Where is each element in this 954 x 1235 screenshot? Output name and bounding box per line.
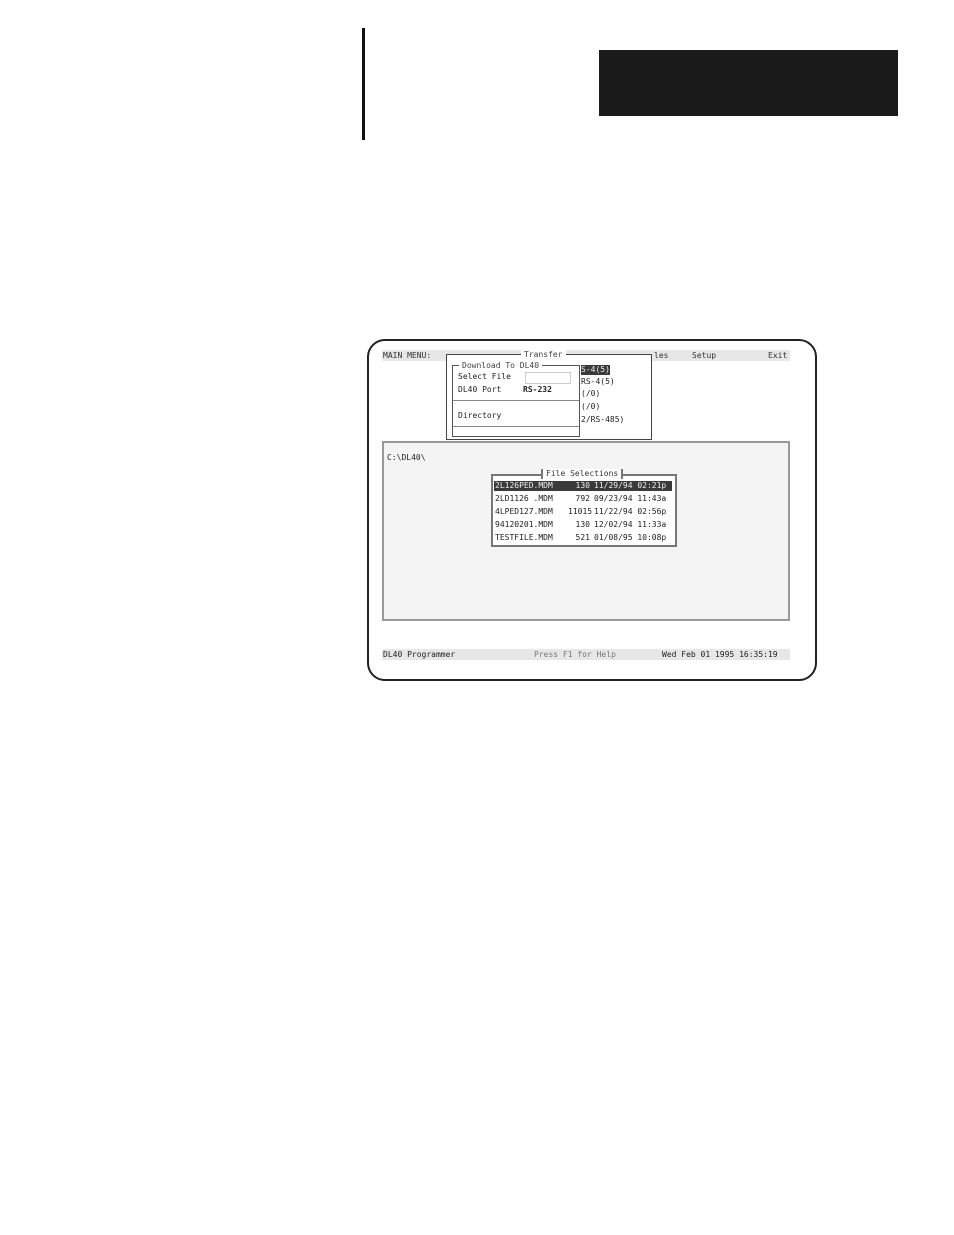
port-option[interactable]: RS-4(5) — [581, 377, 615, 387]
file-name: 4LPED127.MDM — [495, 507, 553, 516]
download-title: Download To DL40 — [459, 361, 543, 370]
file-size: 130 — [575, 520, 590, 529]
file-row[interactable]: 2LD1126 .MDM 792 09/23/94 11:43a — [494, 494, 672, 504]
directory-panel: C:\DL40\ File Selections 2L126PED.MDM 13… — [382, 441, 790, 621]
file-selections-box: File Selections 2L126PED.MDM 130 11/29/9… — [491, 469, 677, 547]
screenshot-figure: MAIN MENU: les Setup Exit Transfer Downl… — [382, 350, 792, 664]
file-row[interactable]: TESTFILE.MDM 521 01/08/95 10:08p — [494, 533, 672, 543]
file-datetime: 01/08/95 10:08p — [594, 533, 667, 542]
directory-path: C:\DL40\ — [387, 453, 426, 462]
chapter-header-block — [599, 50, 898, 116]
port-value[interactable]: RS-232 — [523, 385, 552, 395]
file-row[interactable]: 94120201.MDM 130 12/02/94 11:33a — [494, 520, 672, 530]
port-option[interactable]: (/0) — [581, 402, 600, 412]
file-row[interactable]: 2L126PED.MDM 130 11/29/94 02:21p — [494, 481, 672, 491]
menu-main-label: MAIN MENU: — [383, 351, 432, 360]
status-bar: DL40 Programmer Press F1 for Help Wed Fe… — [382, 649, 790, 660]
divider — [453, 426, 579, 427]
menu-files-fragment[interactable]: les — [654, 350, 668, 361]
port-option[interactable]: S-4(5) — [581, 365, 610, 375]
directory-item[interactable]: Directory — [458, 411, 501, 421]
file-name: 2LD1126 .MDM — [495, 494, 553, 503]
transfer-title: Transfer — [521, 350, 566, 359]
file-row[interactable]: 4LPED127.MDM 11015 11/22/94 02:56p — [494, 507, 672, 517]
file-selections-title: File Selections — [541, 469, 624, 479]
transfer-menu: Transfer Download To DL40 Select File DL… — [446, 350, 652, 440]
port-option[interactable]: 2/RS-485) — [581, 415, 624, 425]
status-app-name: DL40 Programmer — [383, 650, 456, 659]
port-option[interactable]: (/0) — [581, 389, 600, 399]
file-size: 521 — [575, 533, 590, 542]
divider — [453, 400, 579, 401]
file-size: 11015 — [568, 507, 593, 516]
file-name: 94120201.MDM — [495, 520, 553, 529]
download-panel: Download To DL40 Select File DL40 Port R… — [452, 361, 580, 437]
file-size: 130 — [575, 481, 590, 490]
menu-exit[interactable]: Exit — [768, 350, 787, 361]
file-datetime: 12/02/94 11:33a — [594, 520, 667, 529]
file-datetime: 09/23/94 11:43a — [594, 494, 667, 503]
file-size: 792 — [575, 494, 590, 503]
status-datetime: Wed Feb 01 1995 16:35:19 — [662, 650, 778, 659]
status-help-hint: Press F1 for Help — [534, 650, 616, 659]
select-file-field[interactable] — [525, 372, 571, 384]
file-name: 2L126PED.MDM — [495, 481, 553, 490]
file-datetime: 11/22/94 02:56p — [594, 507, 667, 516]
menu-setup[interactable]: Setup — [692, 350, 716, 361]
file-datetime: 11/29/94 02:21p — [594, 481, 667, 490]
port-label: DL40 Port — [458, 385, 502, 394]
select-file-label: Select File — [458, 372, 511, 381]
file-name: TESTFILE.MDM — [495, 533, 553, 542]
margin-vertical-rule — [362, 28, 365, 140]
